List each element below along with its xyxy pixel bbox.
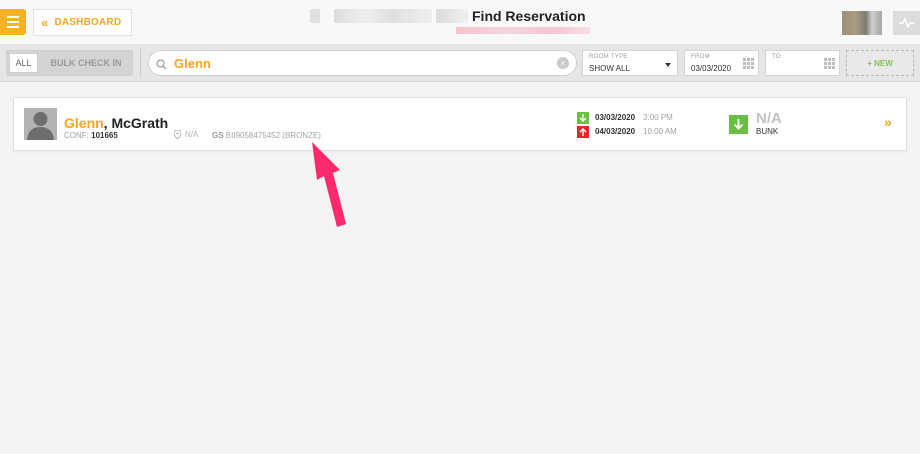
search-icon xyxy=(156,57,167,75)
conf-number: 101665 xyxy=(91,131,118,140)
arrival-row: 03/03/2020 3:00 PM xyxy=(577,111,677,124)
from-date-field[interactable]: FROM 03/03/2020 xyxy=(684,50,759,76)
to-date-field[interactable]: TO xyxy=(765,50,840,76)
room-type: BUNK xyxy=(756,127,779,136)
chevron-down-icon xyxy=(665,63,671,67)
guest-avatar-icon xyxy=(24,108,57,140)
activity-pulse-icon[interactable] xyxy=(893,11,920,35)
calendar-icon[interactable] xyxy=(824,58,835,69)
room-number: N/A xyxy=(756,110,782,127)
search-box: × xyxy=(148,50,577,76)
new-reservation-button[interactable]: + NEW xyxy=(846,50,914,76)
guest-first-name: Glenn xyxy=(64,115,104,131)
guest-status: GS BII9058475452 (BRONZE) xyxy=(212,131,321,140)
hamburger-menu-icon[interactable] xyxy=(0,9,26,35)
blurred-logo xyxy=(310,9,320,23)
arrival-date: 03/03/2020 xyxy=(595,113,636,122)
room-type-value: SHOW ALL xyxy=(589,64,630,73)
blurred-brand-name xyxy=(334,9,432,23)
calendar-icon[interactable] xyxy=(743,58,754,69)
check-in-arrow-icon[interactable] xyxy=(729,115,748,134)
arrival-arrow-icon xyxy=(577,111,589,124)
from-value: 03/03/2020 xyxy=(691,64,732,73)
departure-arrow-icon xyxy=(577,125,589,138)
guest-name[interactable]: Glenn, McGrath xyxy=(64,115,168,131)
to-label: TO xyxy=(772,54,781,60)
from-label: FROM xyxy=(691,54,710,60)
confirmation: CONF: 101665 xyxy=(64,131,118,140)
page-title: Find Reservation xyxy=(472,8,586,24)
gs-value: BII9058475452 (BRONZE) xyxy=(225,131,321,140)
room-type-label: ROOM TYPE xyxy=(589,54,628,60)
checkin-mode-toggle: ALL BULK CHECK IN xyxy=(6,50,133,76)
divider xyxy=(140,49,141,77)
blurred-brand-name-2 xyxy=(436,9,468,23)
filter-bar: ALL BULK CHECK IN × ROOM TYPE SHOW ALL F… xyxy=(0,45,920,82)
user-avatar[interactable] xyxy=(842,11,882,35)
location-value: N/A xyxy=(185,130,199,139)
location: N/A xyxy=(174,130,198,139)
annotation-arrow-icon xyxy=(312,142,346,227)
departure-date: 04/03/2020 xyxy=(595,127,636,136)
arrival-time: 3:00 PM xyxy=(643,113,673,122)
room-type-select[interactable]: ROOM TYPE SHOW ALL xyxy=(582,50,678,76)
guest-last-name: , McGrath xyxy=(103,115,169,131)
reservation-card[interactable]: Glenn, McGrath CONF: 101665 N/A GS BII90… xyxy=(13,97,907,151)
double-chevron-left-icon: « xyxy=(41,15,49,30)
dashboard-back-button[interactable]: « DASHBOARD xyxy=(33,9,132,36)
gs-label: GS xyxy=(212,131,224,140)
blurred-subtitle xyxy=(456,27,590,34)
search-input[interactable] xyxy=(174,53,544,73)
departure-time: 10:00 AM xyxy=(643,127,677,136)
location-pin-icon xyxy=(174,130,181,139)
bulk-check-in-toggle[interactable]: BULK CHECK IN xyxy=(41,51,131,75)
top-bar: « DASHBOARD Find Reservation xyxy=(0,0,920,45)
conf-label: CONF: xyxy=(64,131,89,140)
clear-search-icon[interactable]: × xyxy=(557,57,569,69)
dashboard-label: DASHBOARD xyxy=(54,17,122,28)
stay-dates: 03/03/2020 3:00 PM 04/03/2020 10:00 AM xyxy=(577,111,677,139)
all-toggle[interactable]: ALL xyxy=(9,53,38,73)
open-reservation-button[interactable]: » xyxy=(884,114,892,130)
departure-row: 04/03/2020 10:00 AM xyxy=(577,125,677,138)
